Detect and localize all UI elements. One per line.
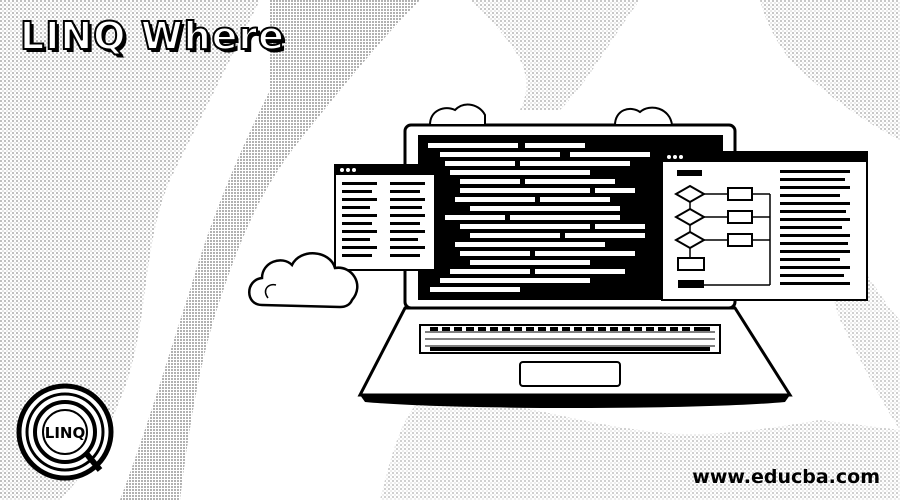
flowchart-icon xyxy=(661,151,868,301)
keyboard xyxy=(419,324,721,354)
touchpad xyxy=(519,361,621,387)
logo-text: LINQ xyxy=(45,424,85,442)
left-window-illustration xyxy=(334,164,436,271)
banner-illustration: LINQ xyxy=(0,0,900,500)
site-url: www.educba.com xyxy=(692,466,880,488)
linq-logo-icon: LINQ xyxy=(16,383,114,481)
code-editor-illustration xyxy=(428,143,650,292)
page-title: LINQ Where xyxy=(19,13,285,59)
